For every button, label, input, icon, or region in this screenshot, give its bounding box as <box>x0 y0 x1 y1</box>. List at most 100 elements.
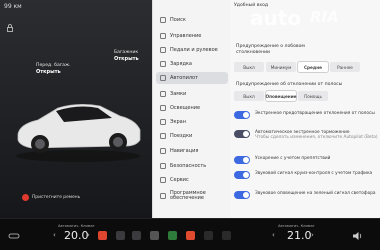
trunk-open[interactable]: Открыть <box>114 56 139 62</box>
steering-wheel-icon <box>160 75 166 81</box>
menu-item-label: Автопилот <box>170 75 199 81</box>
navigation-icon <box>160 148 166 154</box>
download-icon <box>160 193 166 199</box>
steering-wheel-icon <box>160 47 166 53</box>
toggle-icon <box>160 33 166 39</box>
lock-icon[interactable] <box>6 24 14 32</box>
ldw-title: Предупреждение об отклонении от полосы <box>236 82 343 87</box>
toggle-label: Автоматическое экстренное торможение Что… <box>255 130 378 141</box>
car-icon[interactable] <box>8 232 20 240</box>
display-icon <box>160 119 166 125</box>
toggle-label: Ускорение с учетом препятствий <box>255 156 331 161</box>
camera-app-icon[interactable] <box>222 231 231 240</box>
menu-item-pedals[interactable]: Педали и рулевое <box>156 44 228 56</box>
volume-icon[interactable] <box>352 231 364 241</box>
car-status-pane: 99 км Перед. багаж. Открыть Багажник Отк… <box>0 0 152 218</box>
ldw-option-assist[interactable]: Помощь <box>298 91 328 101</box>
menu-item-navigation[interactable]: Навигация <box>156 145 228 157</box>
search-icon <box>160 17 166 23</box>
fcw-option-minimum[interactable]: Минимум <box>266 62 296 72</box>
obstacle-acceleration-toggle[interactable] <box>234 156 250 164</box>
game-app-icon[interactable] <box>168 231 177 240</box>
right-climate-label: Автоматич. Климат <box>278 224 315 228</box>
ldw-option-alert[interactable]: Оповещение <box>266 91 296 101</box>
seatbelt-warning-text: Пристегните ремень <box>32 195 81 200</box>
trunk-control[interactable]: Багажник Открыть <box>114 50 139 62</box>
toggle-row-emergency-braking: Автоматическое экстренное торможение Что… <box>234 130 378 141</box>
range-readout: 99 км <box>4 3 22 10</box>
lane-departure-avoidance-toggle[interactable] <box>234 111 250 119</box>
ldw-selector: Выкл Оповещение Помощь <box>234 91 328 101</box>
left-temperature[interactable]: 20.0 <box>64 229 89 242</box>
menu-item-label: Замки <box>170 91 187 97</box>
menu-item-autopilot[interactable]: Автопилот <box>156 72 228 84</box>
right-temp-up[interactable]: › <box>311 231 314 239</box>
fcw-selector: Выкл Минимум Средне Раннее <box>234 62 360 72</box>
menu-item-trips[interactable]: Поездки <box>156 130 228 142</box>
right-temperature[interactable]: 21.0 <box>287 229 312 242</box>
lock-icon <box>160 91 166 97</box>
menu-item-label: Зарядка <box>170 61 192 67</box>
fcw-option-off[interactable]: Выкл <box>234 62 264 72</box>
toggle-row-lane-departure-avoidance: Экстренное предотвращение отклонения от … <box>234 111 378 119</box>
menu-item-display[interactable]: Экран <box>156 116 228 128</box>
left-temp-down[interactable]: ‹ <box>53 231 56 239</box>
toggle-row-obstacle-acceleration: Ускорение с учетом препятствий <box>234 156 378 164</box>
menu-item-label: Поездки <box>170 133 193 139</box>
menu-item-label: Безопасность <box>170 163 207 169</box>
shield-icon <box>160 163 166 169</box>
toggle-sublabel: Чтобы сделать изменения, отключите Autop… <box>255 135 378 141</box>
menu-item-lights[interactable]: Освещение <box>156 102 228 114</box>
front-trunk-control[interactable]: Перед. багаж. Открыть <box>36 63 71 75</box>
ldw-option-off[interactable]: Выкл <box>234 91 264 101</box>
car-illustration <box>16 104 141 162</box>
menu-item-safety[interactable]: Безопасность <box>156 160 228 172</box>
seatbelt-warning: Пристегните ремень <box>22 194 80 201</box>
toggle-row-green-light-chime: Звуковое оповещение на зеленый сигнал св… <box>234 191 378 199</box>
toggle-label: Звуковой сигнал круиз-контроля с учетом … <box>255 171 373 176</box>
left-climate-label: Автоматич. Климат <box>58 224 95 228</box>
cruise-chime-toggle[interactable] <box>234 171 250 179</box>
lightning-icon <box>160 61 166 67</box>
menu-item-locks[interactable]: Замки <box>156 88 228 100</box>
fcw-option-medium[interactable]: Средне <box>298 62 328 72</box>
wrench-icon <box>160 177 166 183</box>
phone-app-icon[interactable] <box>116 231 125 240</box>
menu-item-label: Экран <box>170 119 187 125</box>
front-trunk-label: Перед. багаж. <box>36 63 71 68</box>
bottom-bar: ‹ Автоматич. Климат 20.0 › ‹ Автоматич. … <box>0 218 380 250</box>
menu-item-label: Управление <box>170 33 202 39</box>
menu-item-search[interactable]: Поиск <box>156 14 228 26</box>
theater-app-icon[interactable] <box>204 231 213 240</box>
front-trunk-open[interactable]: Открыть <box>36 69 71 75</box>
trunk-label: Багажник <box>114 50 139 55</box>
trip-icon <box>160 133 166 139</box>
seatbelt-warning-icon <box>22 194 29 201</box>
fcw-option-early[interactable]: Раннее <box>330 62 360 72</box>
left-temp-up[interactable]: › <box>87 231 90 239</box>
light-bulb-icon <box>160 105 166 111</box>
toggle-label: Экстренное предотвращение отклонения от … <box>255 111 375 116</box>
menu-item-label: Программное обеспечение <box>170 189 206 201</box>
menu-item-label: Освещение <box>170 105 201 111</box>
media-app-icon[interactable] <box>98 231 107 240</box>
music-app-icon[interactable] <box>186 231 195 240</box>
menu-item-service[interactable]: Сервис <box>156 174 228 186</box>
green-light-chime-toggle[interactable] <box>234 191 250 199</box>
menu-item-label: Педали и рулевое <box>170 47 218 53</box>
menu-item-charging[interactable]: Зарядка <box>156 58 228 70</box>
watermark-ria: RIA <box>310 8 339 26</box>
settings-menu: Поиск Управление Педали и рулевое Зарядк… <box>152 0 230 218</box>
menu-item-label: Навигация <box>170 148 199 154</box>
toggle-row-cruise-chime: Звуковой сигнал круиз-контроля с учетом … <box>234 171 378 179</box>
menu-item-label: Сервис <box>170 177 189 183</box>
watermark-auto: auto <box>250 6 302 30</box>
menu-item-software[interactable]: Программное обеспечение <box>156 188 228 204</box>
more-apps-icon[interactable] <box>150 231 159 240</box>
watermark: auto RIA <box>242 4 372 44</box>
emergency-braking-toggle[interactable] <box>234 130 250 138</box>
menu-item-controls[interactable]: Управление <box>156 30 228 42</box>
right-temp-down[interactable]: ‹ <box>272 231 275 239</box>
fcw-title: Предупреждение о лобовом столкновении <box>236 44 305 55</box>
calendar-app-icon[interactable] <box>132 231 141 240</box>
